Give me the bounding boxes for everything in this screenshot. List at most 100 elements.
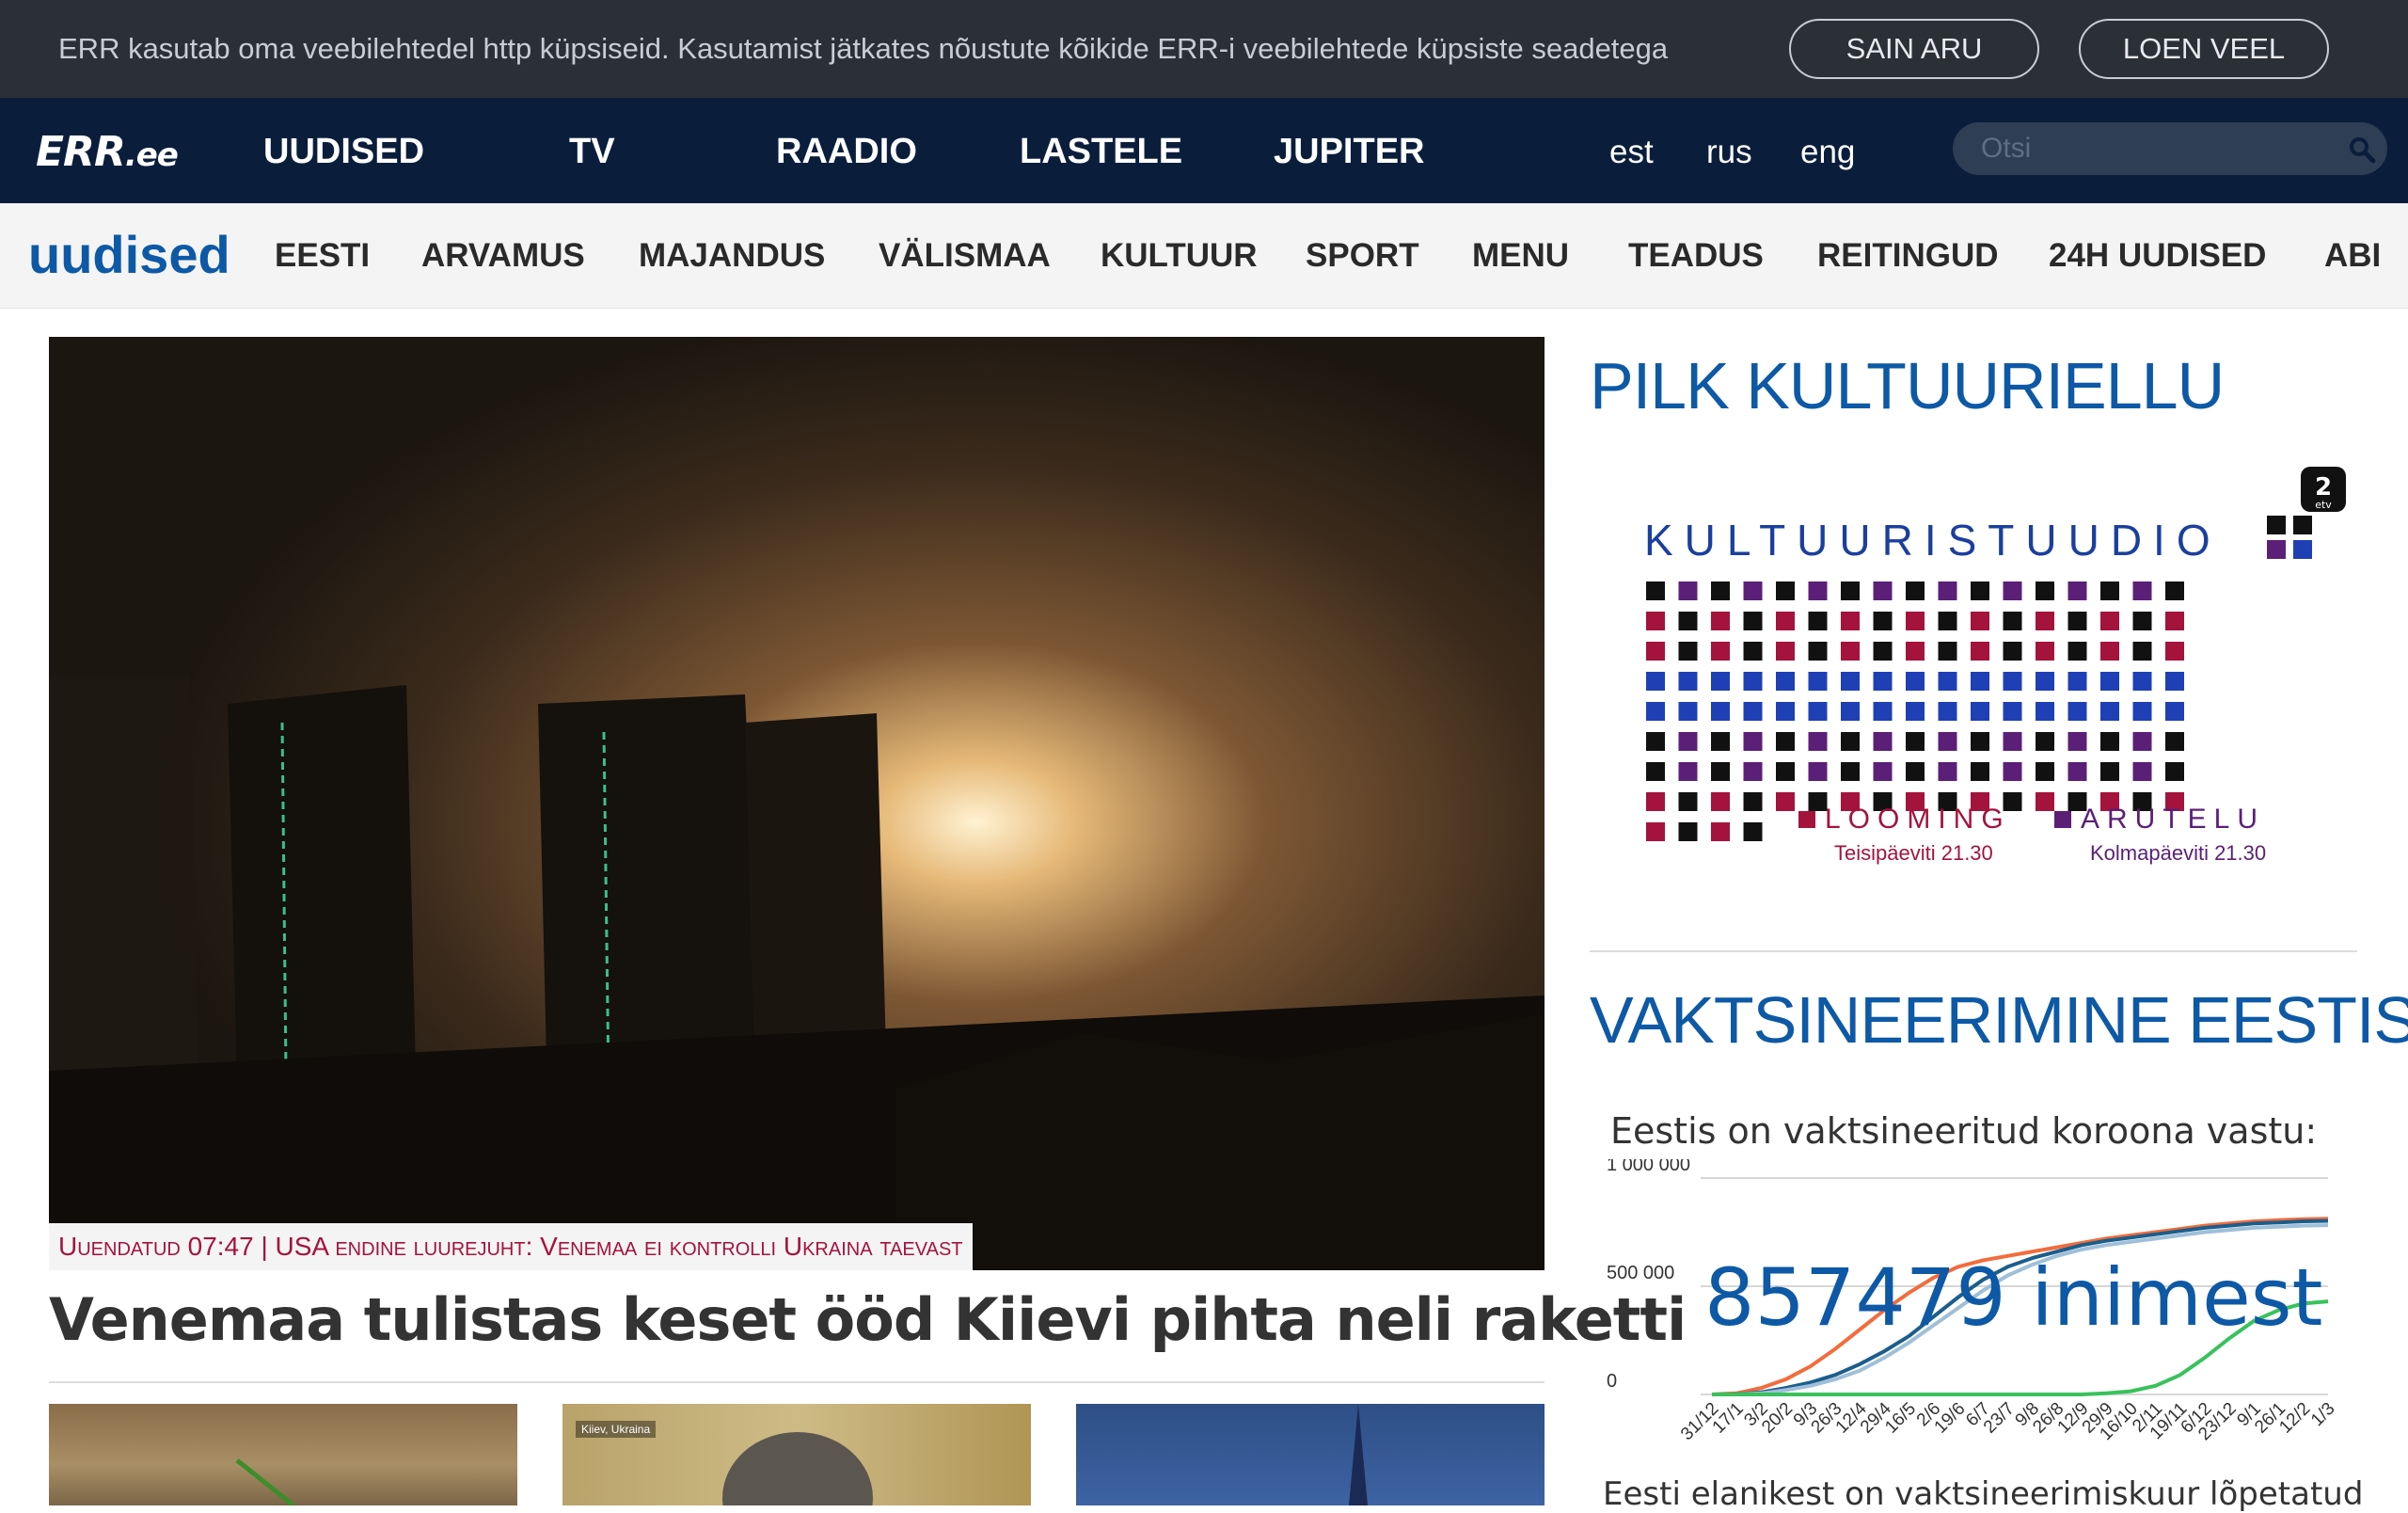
banner-square [2100, 581, 2119, 600]
banner-square [1808, 672, 1828, 691]
banner-square [1711, 792, 1730, 811]
banner-square [1646, 762, 1665, 781]
banner-square [1711, 822, 1730, 841]
banner-square [2067, 642, 2087, 661]
subnav-item-kultuur[interactable]: KULTUUR [1101, 237, 1258, 275]
banner-square [1906, 732, 1925, 751]
banner-square [1646, 822, 1665, 841]
main-navigation: ERR.ee UUDISED TV RAADIO LASTELE JUPITER… [0, 98, 2408, 203]
article-thumbnail[interactable] [49, 1404, 517, 1505]
etv2-logo-icon: 2 etv [2301, 467, 2346, 512]
banner-square [1906, 612, 1925, 630]
section-title[interactable]: uudised [28, 224, 230, 285]
banner-square [1938, 642, 1957, 661]
banner-square [1841, 642, 1860, 661]
hero-headline[interactable]: Venemaa tulistas keset ööd Kiievi pihta … [49, 1285, 1687, 1354]
subnav-item-eesti[interactable]: EESTI [275, 237, 370, 275]
banner-square [2100, 642, 2119, 661]
banner-square [2267, 516, 2286, 534]
article-thumbnail[interactable] [1076, 1404, 1545, 1505]
banner-show2-time: Kolmapäeviti 21.30 [2090, 841, 2266, 865]
banner-square [1646, 792, 1665, 811]
banner-square [2067, 612, 2087, 630]
vaktsineerimine-section-heading[interactable]: VAKTSINEERIMINE EESTIS [1590, 982, 2408, 1058]
banner-square [1776, 732, 1795, 751]
banner-square [1776, 612, 1795, 630]
hero-caption[interactable]: Uuendatud 07:47 | USA endine luurejuht: … [49, 1223, 973, 1270]
banner-square [2100, 732, 2119, 751]
subnav-item-abi[interactable]: ABI [2324, 237, 2381, 275]
banner-square [2003, 702, 2022, 721]
banner-square [1711, 672, 1730, 691]
banner-square [1971, 581, 1989, 600]
chart-x-tick-label: 1/3 [2307, 1399, 2339, 1431]
vaccination-footer-text: Eesti elanikest on vaktsineerimiskuur lõ… [1603, 1475, 2364, 1513]
banner-square [1743, 581, 1763, 600]
banner-square [1776, 792, 1795, 811]
kultuuristuudio-banner[interactable]: KULTUURISTUUDIO LOOMING Teisipäeviti 21.… [1618, 461, 2314, 875]
nav-item-tv[interactable]: TV [569, 132, 615, 172]
banner-square [2036, 702, 2054, 721]
banner-square [1938, 762, 1957, 781]
banner-square [1646, 672, 1665, 691]
divider [49, 1381, 1545, 1383]
banner-square [2036, 792, 2054, 811]
search-input[interactable] [1981, 132, 2320, 166]
kultuur-section-heading[interactable]: PILK KULTUURIELLU [1590, 348, 2225, 423]
subnav-item-teadus[interactable]: TEADUS [1628, 237, 1764, 275]
banner-square [2100, 762, 2119, 781]
banner-square [2165, 672, 2184, 691]
lang-est[interactable]: est [1609, 134, 1654, 171]
banner-square [1678, 612, 1698, 630]
banner-square [1711, 762, 1730, 781]
banner-square [2132, 612, 2152, 630]
banner-square [1678, 581, 1698, 600]
lang-rus[interactable]: rus [1706, 134, 1752, 171]
banner-square [1743, 792, 1763, 811]
cookie-read-more-button[interactable]: LOEN VEEL [2079, 19, 2329, 79]
banner-square [1743, 762, 1763, 781]
hero-article-image[interactable] [49, 337, 1545, 1270]
logo-text: ERR [36, 128, 126, 176]
subnav-item-majandus[interactable]: MAJANDUS [639, 237, 825, 275]
section-navigation: uudised EESTI ARVAMUS MAJANDUS VÄLISMAA … [0, 203, 2408, 309]
banner-square [1873, 762, 1893, 781]
subnav-item-valismaa[interactable]: VÄLISMAA [879, 237, 1051, 275]
banner-square [1841, 732, 1860, 751]
subnav-item-reitingud[interactable]: REITINGUD [1817, 237, 1999, 275]
subnav-item-24h-uudised[interactable]: 24H UUDISED [2049, 237, 2266, 275]
cookie-accept-button[interactable]: SAIN ARU [1789, 19, 2039, 79]
banner-square [1678, 732, 1698, 751]
banner-square [2067, 762, 2087, 781]
nav-item-jupiter[interactable]: JUPITER [1274, 132, 1424, 172]
banner-square [1873, 642, 1893, 661]
banner-square [2036, 672, 2054, 691]
banner-square [2293, 516, 2312, 534]
chart-y-ticks: 0 500 000 1 000 000 [1607, 1159, 1690, 1392]
banner-square [2165, 581, 2184, 600]
subnav-item-sport[interactable]: SPORT [1306, 237, 1419, 275]
banner-square [1808, 732, 1828, 751]
banner-square [2067, 702, 2087, 721]
banner-square [2132, 732, 2152, 751]
banner-square [1971, 642, 1989, 661]
cookie-banner: ERR kasutab oma veebilehtedel http küpsi… [0, 0, 2408, 98]
banner-square [1808, 702, 1828, 721]
banner-square [2165, 642, 2184, 661]
article-thumbnail[interactable]: Kiiev, Ukraina [562, 1404, 1031, 1505]
banner-square [1711, 642, 1730, 661]
banner-title: KULTUURISTUUDIO [1644, 516, 2222, 565]
nav-item-lastele[interactable]: LASTELE [1020, 132, 1182, 172]
banner-square [1646, 702, 1665, 721]
banner-square [1971, 672, 1989, 691]
subnav-item-arvamus[interactable]: ARVAMUS [421, 237, 585, 275]
subnav-item-menu[interactable]: MENU [1472, 237, 1569, 275]
search-box [1953, 122, 2387, 175]
lang-eng[interactable]: eng [1800, 134, 1855, 171]
err-logo[interactable]: ERR.ee [36, 128, 179, 176]
search-icon[interactable] [2348, 135, 2376, 164]
nav-item-raadio[interactable]: RAADIO [776, 132, 917, 172]
nav-item-uudised[interactable]: UUDISED [263, 132, 424, 172]
banner-square [1906, 581, 1925, 600]
banner-square [1776, 642, 1795, 661]
